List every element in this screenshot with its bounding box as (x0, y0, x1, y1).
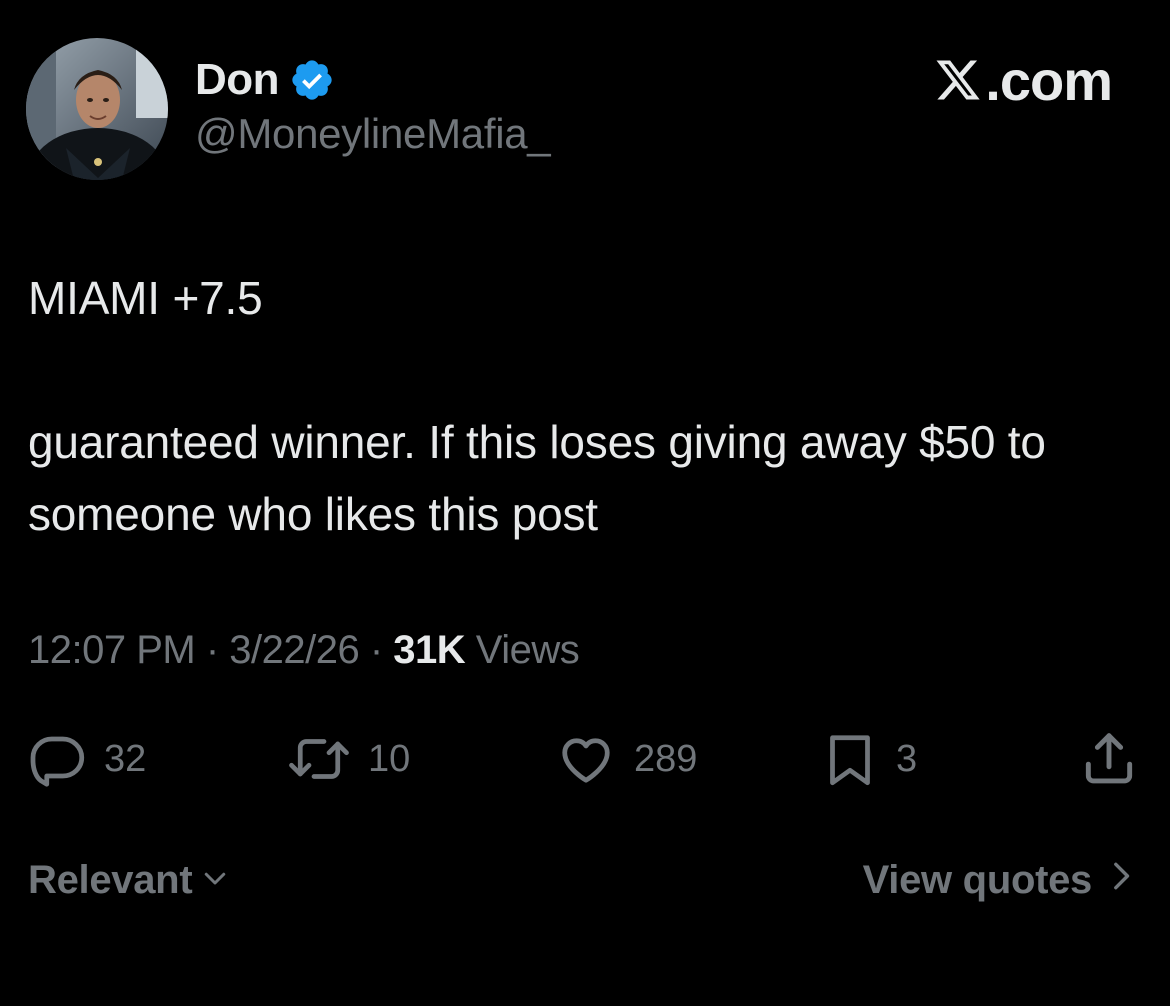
avatar[interactable] (26, 38, 168, 180)
meta-separator: · (359, 628, 394, 672)
heart-icon (554, 729, 618, 789)
views-count: 31K (393, 628, 466, 672)
repost-count: 10 (368, 737, 411, 780)
tweet-line-pick: MIAMI +7.5 (28, 272, 263, 324)
view-quotes-link[interactable]: View quotes (863, 858, 1134, 903)
bookmark-count: 3 (896, 737, 918, 780)
brand-text: .com (985, 48, 1113, 112)
tweet-line-message: guaranteed winner. If this loses giving … (28, 416, 1046, 540)
meta-separator: · (195, 628, 230, 672)
reply-button[interactable]: 32 (28, 724, 146, 794)
like-button[interactable]: 289 (554, 724, 697, 794)
reply-icon (28, 729, 88, 789)
x-logo-icon (933, 56, 985, 104)
tweet-meta: 12:07 PM · 3/22/26 · 31K Views (28, 628, 580, 673)
share-icon (1078, 728, 1140, 790)
share-button[interactable] (1078, 724, 1140, 794)
views-label: Views (475, 628, 580, 672)
verified-badge-icon (289, 57, 335, 103)
tweet-time[interactable]: 12:07 PM (28, 628, 196, 672)
sort-replies-dropdown[interactable]: Relevant (28, 858, 230, 903)
repost-icon (286, 729, 352, 789)
tweet-body: MIAMI +7.5 guaranteed winner. If this lo… (28, 262, 1138, 550)
author-name-row: Don (195, 52, 335, 108)
author-display-name[interactable]: Don (195, 55, 280, 105)
tweet-actions: 32 10 289 3 (28, 724, 1142, 794)
chevron-right-icon (1092, 858, 1134, 903)
view-quotes-label: View quotes (862, 858, 1093, 902)
reply-count: 32 (104, 737, 147, 780)
author-handle[interactable]: @MoneylineMafia_ (195, 110, 551, 158)
repost-button[interactable]: 10 (286, 724, 410, 794)
bookmark-icon (820, 729, 880, 789)
bookmark-button[interactable]: 3 (820, 724, 917, 794)
sort-label: Relevant (28, 858, 193, 902)
tweet-date[interactable]: 3/22/26 (229, 628, 359, 672)
like-count: 289 (634, 737, 698, 780)
brand-watermark: .com (933, 48, 1113, 112)
chevron-down-icon (192, 858, 230, 903)
